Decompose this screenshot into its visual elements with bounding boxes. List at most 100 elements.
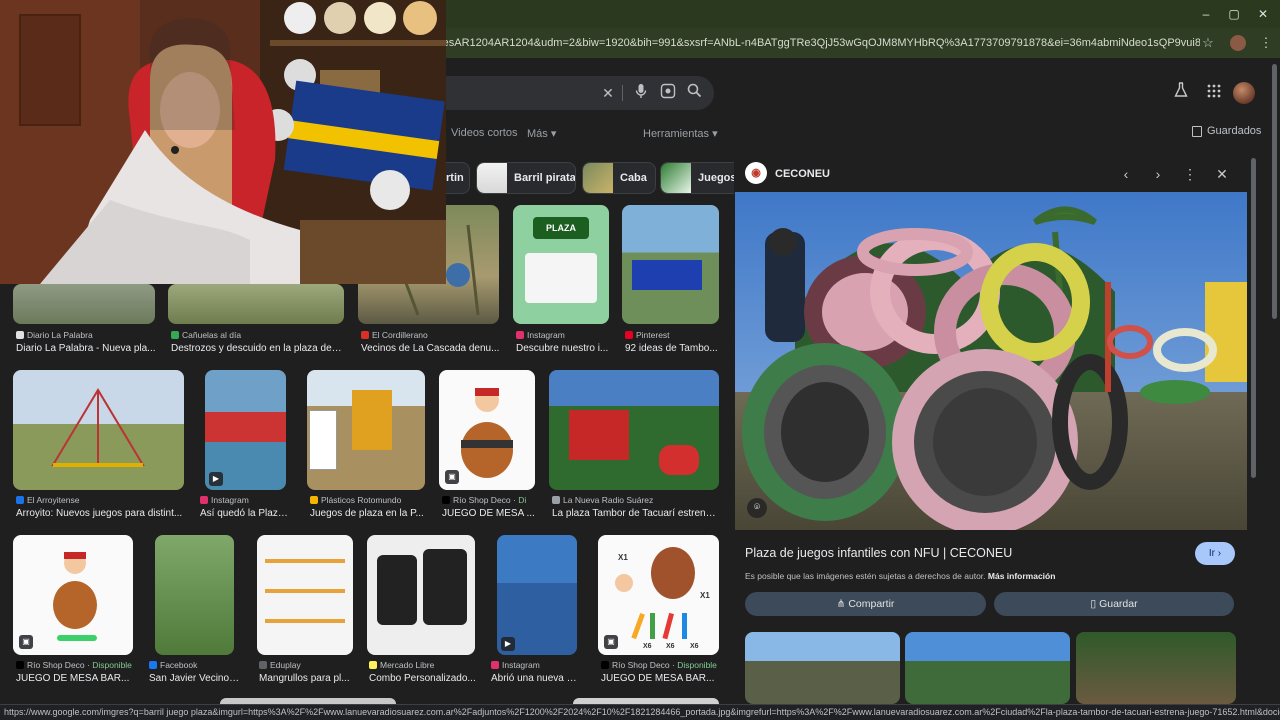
result-title[interactable]: San Javier Vecinos... xyxy=(149,673,241,684)
tab-short-videos[interactable]: Videos cortos xyxy=(451,127,517,139)
chip-label: rtin xyxy=(446,172,464,184)
bookmark-star-icon[interactable]: ☆ xyxy=(1198,33,1218,53)
result-title[interactable]: Vecinos de La Cascada denu... xyxy=(361,343,501,354)
result-title[interactable]: Combo Personalizado... xyxy=(369,673,477,684)
chip-label: Caba xyxy=(620,172,647,184)
related-image[interactable] xyxy=(745,632,900,704)
page-scrollbar-thumb[interactable] xyxy=(1272,64,1277,319)
share-icon: ⋔ xyxy=(836,598,849,610)
chip-caba[interactable]: Caba xyxy=(582,162,656,194)
more-options-icon[interactable]: ⋮ xyxy=(1180,164,1200,184)
result-source: Plásticos Rotomundo xyxy=(310,495,428,505)
tab-more[interactable]: Más ▾ xyxy=(527,127,556,140)
result-title[interactable]: La plaza Tambor de Tacuarí estrena ... xyxy=(552,508,720,519)
saved-icon xyxy=(1192,126,1202,137)
microphone-icon[interactable] xyxy=(631,83,651,103)
result-image[interactable]: ▶ xyxy=(497,535,577,655)
result-title[interactable]: Mangrullos para pl... xyxy=(259,673,355,684)
next-icon[interactable]: › xyxy=(1148,164,1168,184)
url-text[interactable]: lFK_esAR1204AR1204&udm=2&biw=1920&bih=99… xyxy=(420,33,1200,53)
preview-image[interactable]: ⌾ xyxy=(735,192,1247,530)
search-divider xyxy=(622,85,623,101)
result-title[interactable]: JUEGO DE MESA ... xyxy=(442,508,538,519)
link-status-bar: https://www.google.com/imgres?q=barril j… xyxy=(0,704,1280,720)
labs-flask-icon[interactable] xyxy=(1170,82,1192,104)
related-image[interactable] xyxy=(905,632,1070,704)
result-title[interactable]: Descubre nuestro i... xyxy=(516,343,611,354)
x6-label: X6 xyxy=(666,643,675,650)
minimize-button[interactable]: – xyxy=(1192,4,1220,24)
tools-button[interactable]: Herramientas ▾ xyxy=(643,127,718,140)
result-title[interactable]: Juegos de plaza en la P... xyxy=(310,508,428,519)
banner xyxy=(309,410,337,470)
result-title[interactable]: JUEGO DE MESA BAR... xyxy=(601,673,721,684)
webcam-feed xyxy=(0,0,446,284)
result-image[interactable] xyxy=(13,284,155,324)
result-image[interactable] xyxy=(367,535,475,655)
apps-grid-icon[interactable] xyxy=(1203,82,1225,104)
more-info-link[interactable]: Más información xyxy=(988,571,1056,581)
share-button[interactable]: ⋔ Compartir xyxy=(745,592,986,616)
result-image[interactable]: ▶ xyxy=(205,370,286,490)
close-icon[interactable]: ✕ xyxy=(1212,164,1232,184)
chip-juegos[interactable]: Juegos xyxy=(660,162,734,194)
playground-tower xyxy=(352,390,392,450)
lens-search-icon[interactable]: ⌾ xyxy=(747,498,767,518)
result-title[interactable]: Así quedó la Plaza... xyxy=(200,508,290,519)
result-image[interactable]: ▣ xyxy=(13,535,133,655)
result-title[interactable]: 92 ideas de Tambo... xyxy=(625,343,720,354)
result-source: Instagram xyxy=(200,495,290,505)
save-button[interactable]: ▯ Guardar xyxy=(994,592,1234,616)
account-avatar[interactable] xyxy=(1233,82,1255,104)
webcam-overlay xyxy=(0,0,446,284)
panel-scrollbar-thumb[interactable] xyxy=(1251,158,1256,478)
maximize-button[interactable]: ▢ xyxy=(1220,4,1248,24)
result-image[interactable] xyxy=(622,205,719,324)
catalog-diagram xyxy=(265,545,345,645)
saved-link[interactable]: Guardados xyxy=(1207,125,1261,137)
result-title[interactable]: Arroyito: Nuevos juegos para distint... xyxy=(16,508,186,519)
chip-label: Barril pirata xyxy=(514,172,576,184)
result-image[interactable]: PLAZA xyxy=(513,205,609,324)
result-image[interactable] xyxy=(168,284,344,324)
browser-menu-icon[interactable]: ⋮ xyxy=(1256,33,1276,53)
result-title[interactable]: Abrió una nueva pl... xyxy=(491,673,581,684)
visit-button[interactable]: Ir › xyxy=(1195,542,1235,565)
result-image[interactable]: X1 X1 X6 X6 X6 ▣ xyxy=(598,535,719,655)
bookmark-icon: ▯ xyxy=(1090,598,1100,610)
result-image[interactable] xyxy=(257,535,353,655)
chip-rtin[interactable]: rtin xyxy=(446,162,470,194)
result-source: Cañuelas al día xyxy=(171,330,343,340)
x1-label: X1 xyxy=(700,591,710,600)
result-source: La Nueva Radio Suárez xyxy=(552,495,720,505)
result-title[interactable]: Diario La Palabra - Nueva pla... xyxy=(16,343,156,354)
preview-title[interactable]: Plaza de juegos infantiles con NFU | CEC… xyxy=(745,546,1012,560)
result-source: El Cordillerano xyxy=(361,330,501,340)
result-source: El Arroyitense xyxy=(16,495,186,505)
result-image[interactable] xyxy=(13,370,184,490)
result-title[interactable]: Destrozos y descuido en la plaza del ... xyxy=(171,343,343,354)
profile-icon[interactable] xyxy=(1230,35,1246,51)
related-image[interactable] xyxy=(1076,632,1236,704)
previous-icon[interactable]: ‹ xyxy=(1116,164,1136,184)
gallery-icon: ▣ xyxy=(445,470,459,484)
search-icon[interactable] xyxy=(684,83,704,103)
result-image[interactable] xyxy=(307,370,425,490)
clear-icon[interactable]: ✕ xyxy=(598,83,618,103)
copyright-notice: Es posible que las imágenes estén sujeta… xyxy=(745,571,1056,581)
chip-thumbnail xyxy=(477,163,507,193)
close-window-button[interactable]: ✕ xyxy=(1249,4,1277,24)
result-title[interactable]: JUEGO DE MESA BAR... xyxy=(16,673,141,684)
result-image[interactable] xyxy=(549,370,719,490)
chip-thumbnail xyxy=(661,163,691,193)
result-source: Mercado Libre xyxy=(369,660,477,670)
result-image[interactable] xyxy=(155,535,234,655)
result-image[interactable]: ▣ xyxy=(439,370,535,490)
result-source: Río Shop Deco · Disponible xyxy=(16,660,141,670)
panel-source-name[interactable]: CECONEU xyxy=(775,168,830,180)
chip-barril-pirata[interactable]: Barril pirata xyxy=(476,162,576,194)
gallery-icon: ▣ xyxy=(19,635,33,649)
lens-camera-icon[interactable] xyxy=(658,83,678,103)
video-play-icon: ▶ xyxy=(209,472,223,486)
red-slide xyxy=(659,445,699,475)
